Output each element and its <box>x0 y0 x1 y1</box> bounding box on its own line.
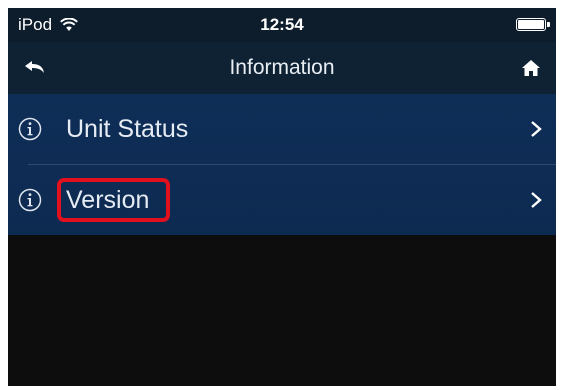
battery-icon <box>516 18 546 31</box>
info-icon <box>18 188 42 212</box>
battery-tip <box>547 22 550 27</box>
home-icon <box>522 60 540 76</box>
chevron-right-icon <box>531 192 542 208</box>
device-screen: iPod 12:54 Information Unit Status Versi… <box>8 8 556 386</box>
status-bar: iPod 12:54 <box>8 8 556 42</box>
home-button[interactable] <box>514 52 548 84</box>
list-item-version[interactable]: Version <box>8 165 556 235</box>
highlight-box <box>57 178 170 222</box>
battery-level <box>518 20 544 29</box>
list-item-unit-status[interactable]: Unit Status <box>8 94 556 165</box>
page-title: Information <box>229 56 335 79</box>
info-icon <box>18 117 42 141</box>
status-time: 12:54 <box>260 15 304 34</box>
chevron-right-icon <box>531 121 542 137</box>
empty-content-area <box>8 235 556 386</box>
list-item-label: Unit Status <box>66 115 189 143</box>
information-list: Unit Status Version <box>8 94 556 235</box>
navigation-bar: Information <box>8 42 556 94</box>
